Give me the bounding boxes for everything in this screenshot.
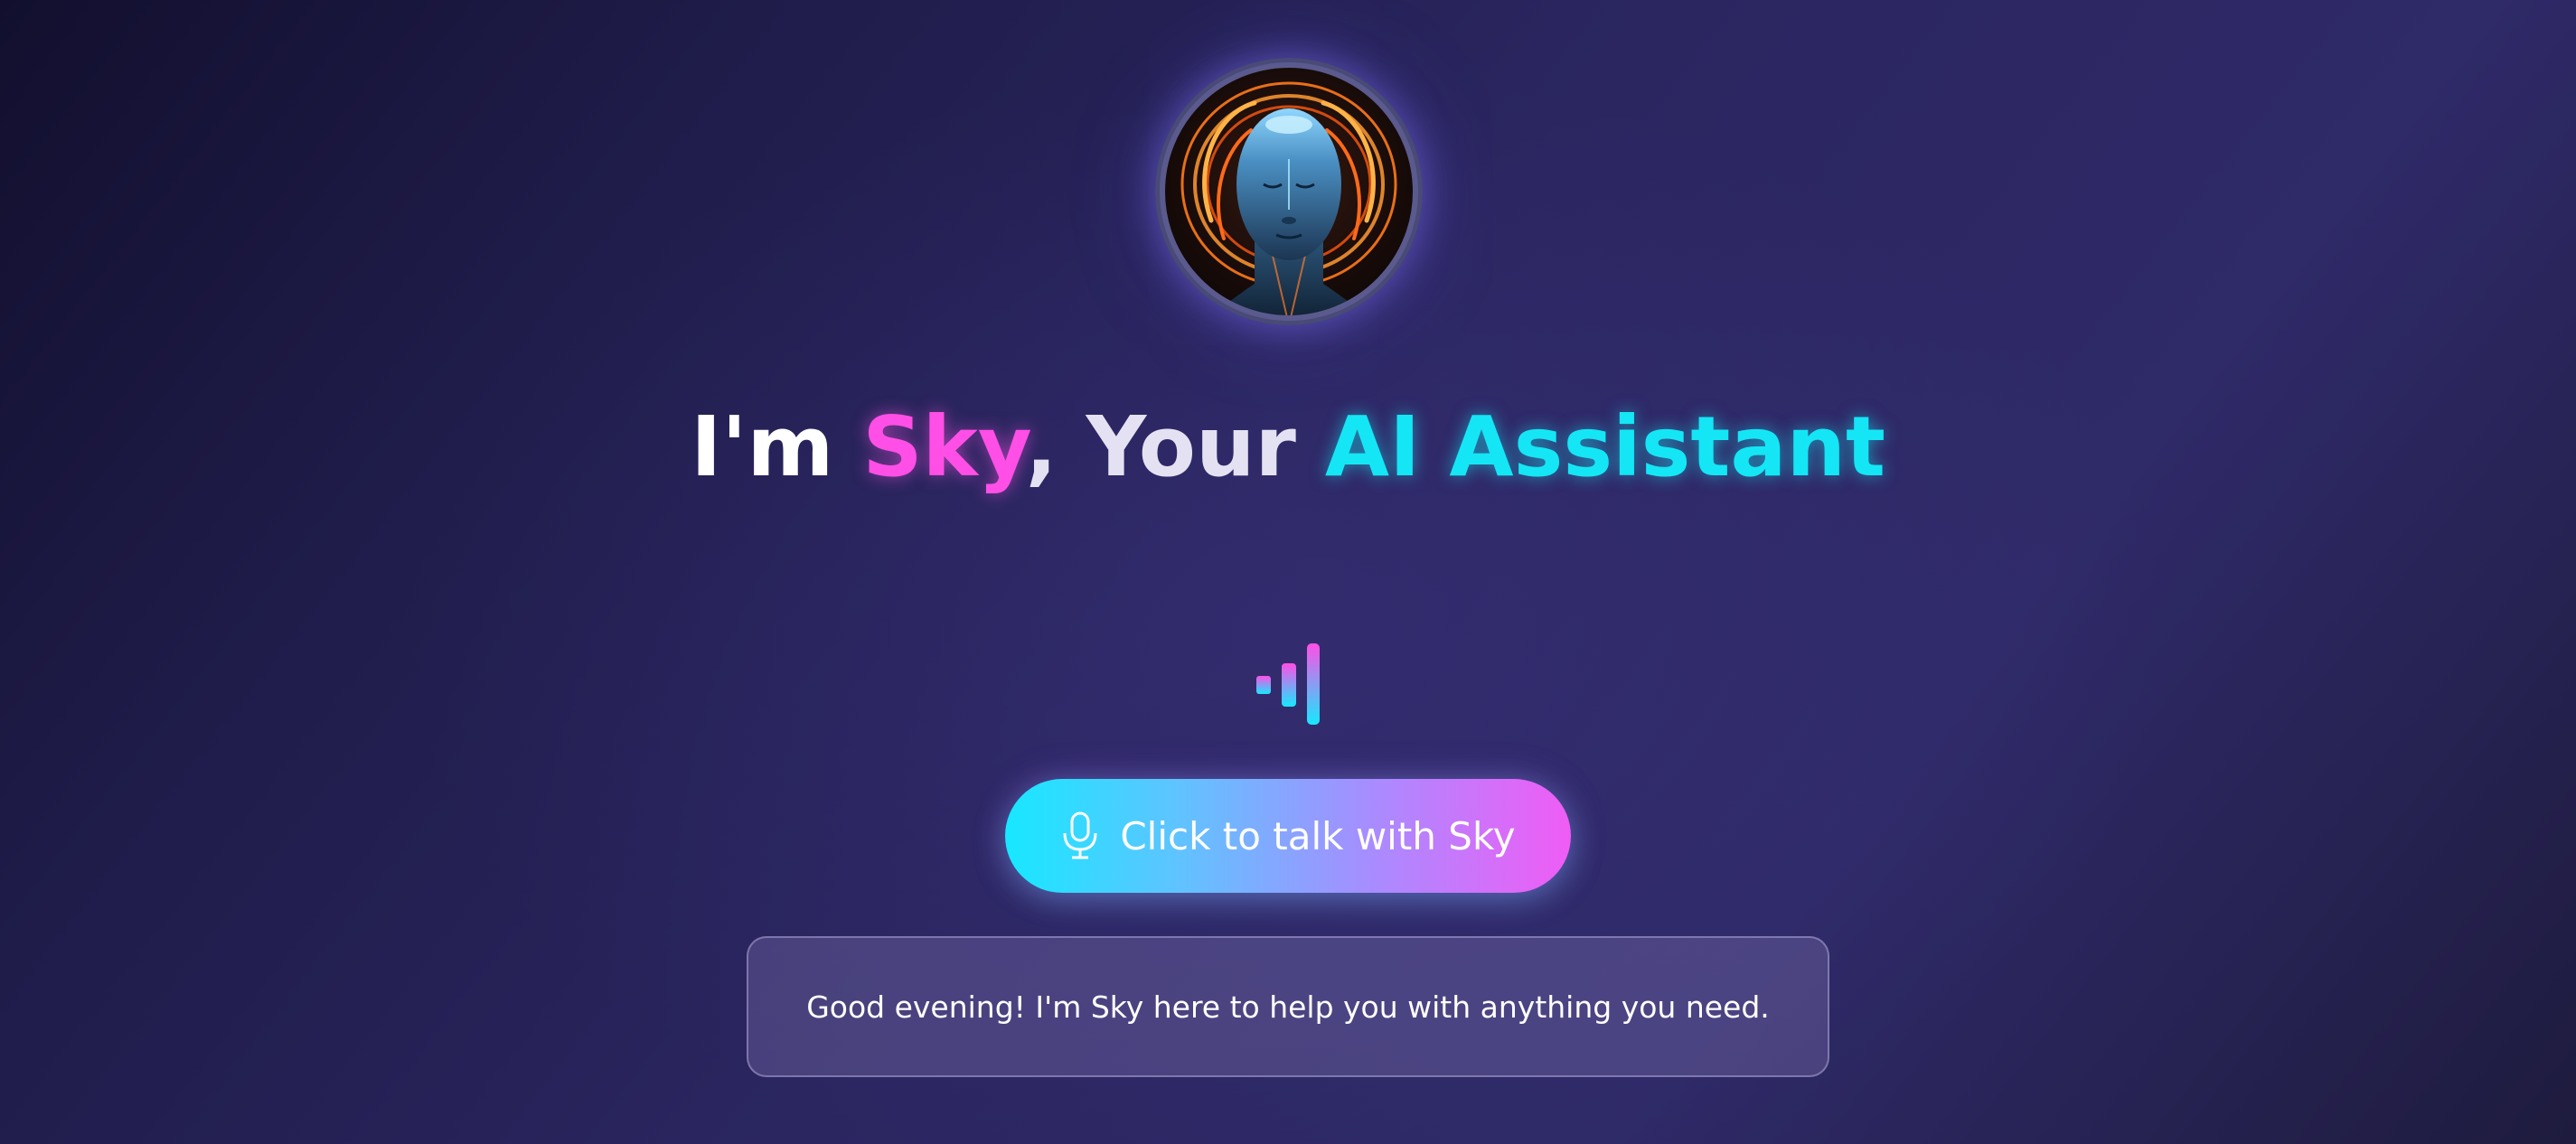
headline-suffix: AI Assistant <box>1324 399 1885 495</box>
talk-button[interactable]: Click to talk with Sky <box>1005 779 1571 893</box>
assistant-avatar <box>1155 58 1423 325</box>
audio-wave-icon <box>1256 643 1320 725</box>
headline-middle: , Your <box>1025 399 1296 495</box>
headline-prefix: I'm <box>691 399 834 495</box>
greeting-message: Good evening! I'm Sky here to help you w… <box>806 989 1770 1025</box>
talk-button-label: Click to talk with Sky <box>1120 813 1516 858</box>
greeting-message-box: Good evening! I'm Sky here to help you w… <box>747 936 1829 1077</box>
microphone-icon <box>1060 811 1100 860</box>
headline: I'm Sky, Your AI Assistant <box>0 389 2576 506</box>
assistant-name: Sky <box>862 399 1026 495</box>
